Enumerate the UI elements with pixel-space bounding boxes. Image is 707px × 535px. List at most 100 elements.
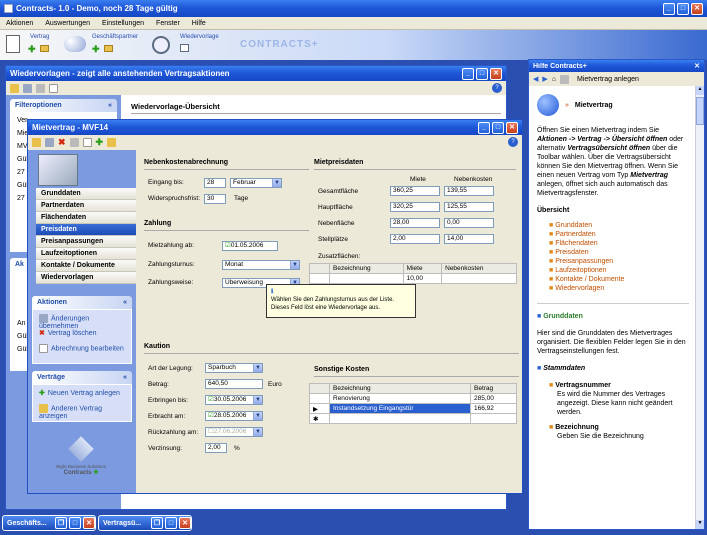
- help-link-item[interactable]: ■ Partnerdaten: [549, 230, 689, 239]
- taskbar-geschaeftspartner[interactable]: Geschäfts... ❐ □ ✕: [2, 515, 96, 531]
- help-link[interactable]: Partnerdaten: [555, 231, 595, 238]
- maximize-button[interactable]: □: [476, 67, 488, 80]
- hauptflaeche-nk[interactable]: 125,55: [444, 202, 494, 212]
- nav-preisdaten[interactable]: Preisdaten: [36, 224, 136, 236]
- minimize-button[interactable]: _: [663, 2, 675, 15]
- wiedervorlage-tool[interactable]: Wiedervorlage: [152, 34, 232, 56]
- vertrag-item[interactable]: Anderen Vertrag anzeigen: [39, 404, 125, 420]
- nav-kontakte-dokumente[interactable]: Kontakte / Dokumente: [36, 260, 136, 272]
- menu-einstellungen[interactable]: Einstellungen: [96, 20, 150, 27]
- widerspruch-input[interactable]: 30: [204, 194, 226, 204]
- rueckzahlung-date[interactable]: ☐27.06.2006 ▼: [205, 427, 263, 437]
- help-icon[interactable]: ?: [508, 137, 518, 147]
- erbracht-date[interactable]: ☑28.05.2006 ▼: [205, 411, 263, 421]
- turnus-select[interactable]: Monat ▼: [222, 260, 300, 270]
- folder-icon[interactable]: [32, 138, 41, 147]
- stellplaetze-nk[interactable]: 14,00: [444, 234, 494, 244]
- document-icon[interactable]: [82, 138, 92, 147]
- maximize-button[interactable]: □: [492, 121, 504, 134]
- help-link-item[interactable]: ■ Preisdaten: [549, 248, 689, 257]
- help-link-item[interactable]: ■ Kontakte / Dokumente: [549, 275, 689, 284]
- help-link[interactable]: Preisdaten: [555, 249, 588, 256]
- folder-open-icon[interactable]: [107, 138, 117, 147]
- scroll-up-icon[interactable]: ▲: [696, 86, 704, 95]
- minimize-button[interactable]: _: [478, 121, 490, 134]
- add-icon[interactable]: ✚: [96, 137, 104, 148]
- document-icon[interactable]: [49, 83, 58, 93]
- close-button[interactable]: ✕: [83, 517, 95, 529]
- sonstige-cell[interactable]: [470, 413, 517, 424]
- help-link-item[interactable]: ■ Preisanpassungen: [549, 257, 689, 266]
- back-icon[interactable]: ◀: [533, 75, 538, 83]
- scroll-down-icon[interactable]: ▼: [696, 520, 704, 529]
- restore-button[interactable]: ❐: [151, 517, 163, 529]
- betrag-input[interactable]: 640,50: [205, 379, 263, 389]
- partner-tool[interactable]: Geschäftspartner ✚: [64, 34, 144, 56]
- minimize-button[interactable]: _: [462, 67, 474, 80]
- maximize-button[interactable]: □: [69, 517, 81, 529]
- restore-button[interactable]: ❐: [55, 517, 67, 529]
- delete-icon[interactable]: ✖: [58, 137, 66, 148]
- nav-flaechendaten[interactable]: Flächendaten: [36, 212, 136, 224]
- table-row[interactable]: ▶ Instandsetzung Eingangstür 166,92: [309, 403, 517, 414]
- aktion-item[interactable]: Änderungen übernehmen: [39, 314, 125, 330]
- menu-aktionen[interactable]: Aktionen: [0, 20, 39, 27]
- folder-icon[interactable]: [10, 83, 19, 93]
- maximize-button[interactable]: □: [677, 2, 689, 15]
- print-icon[interactable]: [36, 83, 45, 93]
- zins-input[interactable]: 2,00: [205, 443, 227, 453]
- menu-auswertungen[interactable]: Auswertungen: [39, 20, 96, 27]
- close-button[interactable]: ✕: [506, 121, 518, 134]
- help-link[interactable]: Grunddaten: [555, 222, 592, 229]
- aktionen-header[interactable]: Aktionen «: [32, 296, 132, 309]
- help-icon[interactable]: ?: [492, 83, 502, 93]
- nebenflaeche-miete[interactable]: 28,00: [390, 218, 440, 228]
- table-row[interactable]: Renovierung 285,00: [309, 393, 517, 404]
- close-button[interactable]: ✕: [691, 2, 703, 15]
- nav-preisanpassungen[interactable]: Preisanpassungen: [36, 236, 136, 248]
- nav-partnerdaten[interactable]: Partnerdaten: [36, 200, 136, 212]
- sonstige-cell[interactable]: Renovierung: [329, 393, 471, 404]
- save-icon[interactable]: [45, 138, 54, 147]
- zahlung-ab-date[interactable]: ☑01.05.2006: [222, 241, 278, 251]
- help-link[interactable]: Kontakte / Dokumente: [555, 276, 624, 283]
- filter-header[interactable]: Filteroptionen «: [10, 99, 117, 112]
- help-link[interactable]: Preisanpassungen: [555, 258, 613, 265]
- art-select[interactable]: Sparbuch ▼: [205, 363, 263, 373]
- aktion-item[interactable]: ✖ Vertrag löschen: [39, 329, 125, 344]
- erbringen-date[interactable]: ☑30.05.2006 ▼: [205, 395, 263, 405]
- eingang-day-input[interactable]: 28: [204, 178, 226, 188]
- new-row[interactable]: ✱: [309, 413, 517, 424]
- taskbar-vertragsuebersicht[interactable]: Vertragsü... ❐ □ ✕: [98, 515, 192, 531]
- close-button[interactable]: ✕: [179, 517, 191, 529]
- help-link[interactable]: Flächendaten: [555, 240, 597, 247]
- gesamtflaeche-miete[interactable]: 360,25: [390, 186, 440, 196]
- nav-grunddaten[interactable]: Grunddaten: [36, 188, 136, 200]
- scroll-thumb[interactable]: [696, 97, 704, 125]
- close-button[interactable]: ✕: [490, 67, 502, 80]
- vertrag-tool[interactable]: Vertrag ✚: [6, 34, 56, 56]
- print-icon[interactable]: [69, 138, 79, 147]
- sonstige-cell[interactable]: 166,92: [470, 403, 517, 414]
- sonstige-cell[interactable]: Instandsetzung Eingangstür: [329, 403, 471, 414]
- stellplaetze-miete[interactable]: 2,00: [390, 234, 440, 244]
- sonstige-cell[interactable]: 285,00: [470, 393, 517, 404]
- help-link-item[interactable]: ■ Grunddaten: [549, 221, 689, 230]
- home-icon[interactable]: ⌂: [552, 76, 556, 83]
- zusatz-cell[interactable]: 10,00: [402, 273, 443, 284]
- zusatz-cell[interactable]: [441, 273, 517, 284]
- hauptflaeche-miete[interactable]: 320,25: [390, 202, 440, 212]
- menu-hilfe[interactable]: Hilfe: [186, 20, 212, 27]
- nav-wiedervorlagen[interactable]: Wiedervorlagen: [36, 272, 136, 284]
- sonstige-cell[interactable]: [329, 413, 471, 424]
- menu-fenster[interactable]: Fenster: [150, 20, 186, 27]
- help-scrollbar[interactable]: ▲ ▼: [695, 86, 704, 529]
- save-icon[interactable]: [23, 83, 32, 93]
- vertrage-header[interactable]: Verträge «: [32, 371, 132, 384]
- table-row[interactable]: 10,00: [309, 273, 517, 284]
- forward-icon[interactable]: ▶: [542, 75, 547, 83]
- aktion-item[interactable]: Abrechnung bearbeiten: [39, 344, 125, 359]
- gesamtflaeche-nk[interactable]: 139,55: [444, 186, 494, 196]
- help-link[interactable]: Laufzeitoptionen: [555, 267, 606, 274]
- help-link[interactable]: Wiedervorlagen: [555, 285, 604, 292]
